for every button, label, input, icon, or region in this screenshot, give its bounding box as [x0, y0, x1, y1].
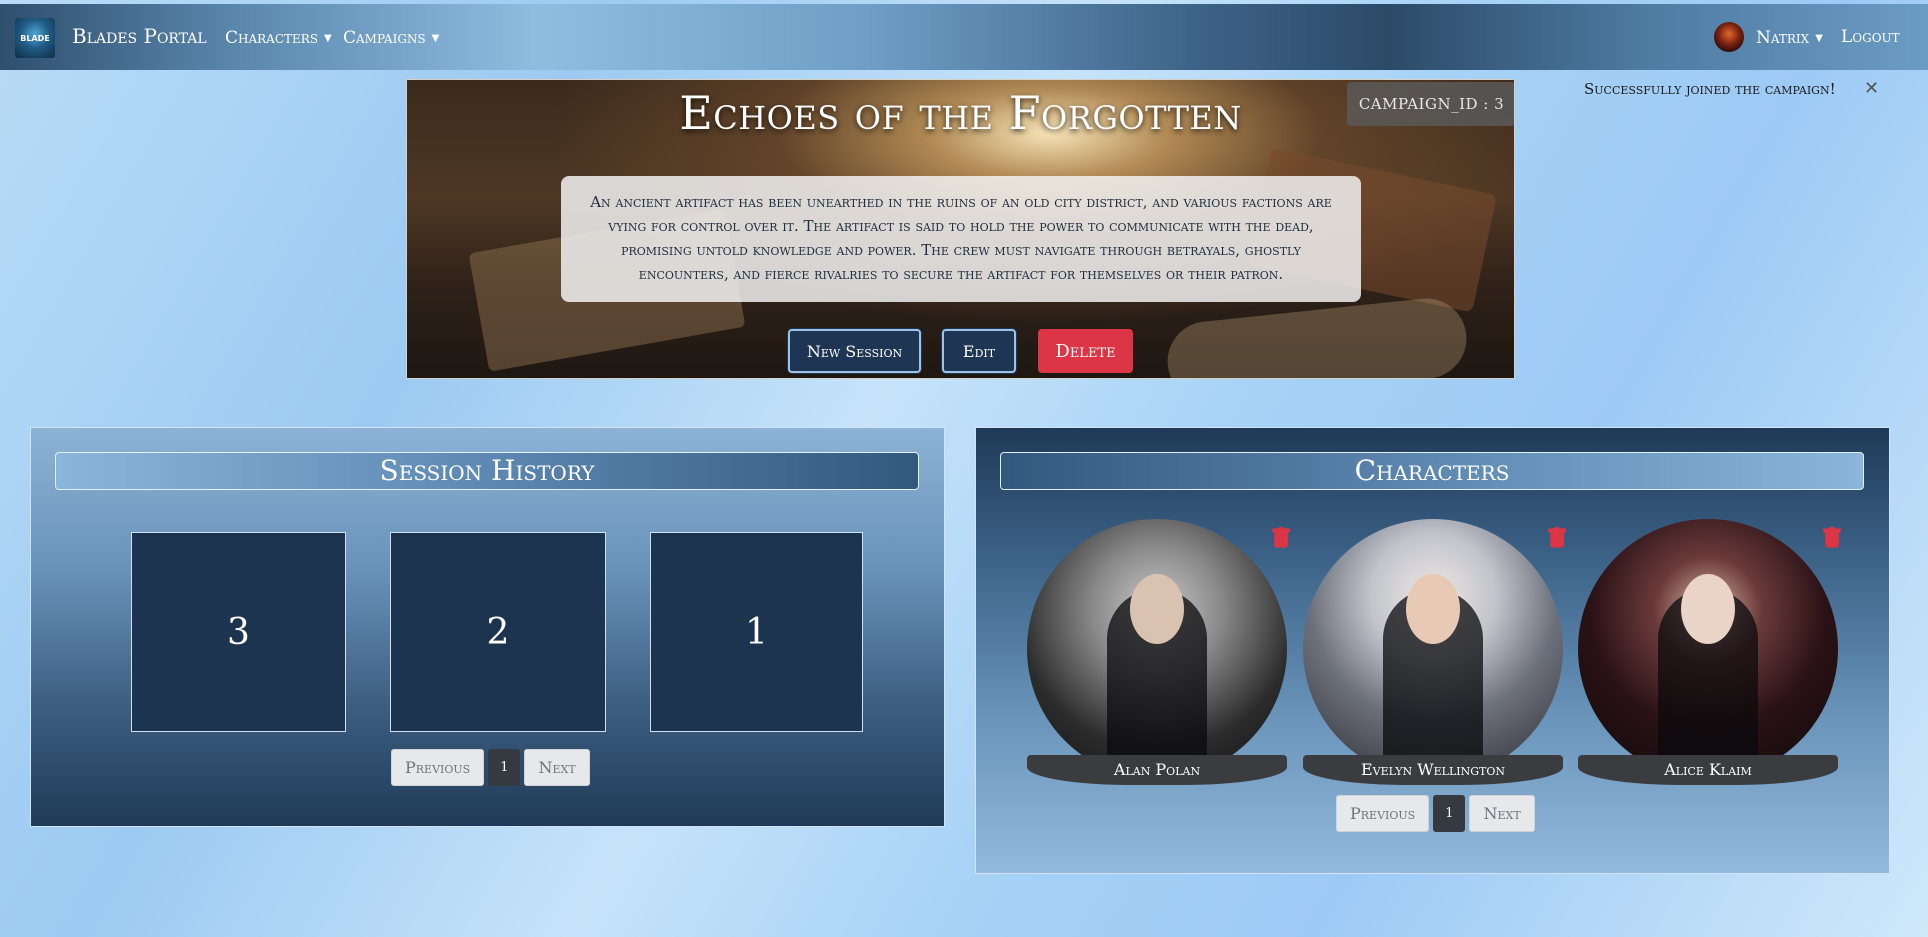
session-pagination: Previous 1 Next [391, 749, 590, 786]
trash-icon[interactable] [1270, 527, 1292, 549]
session-card[interactable]: 2 [390, 532, 606, 732]
close-icon[interactable]: ✕ [1864, 78, 1879, 99]
toast-message: Successfully joined the campaign! [1584, 80, 1836, 98]
character-name: Alice Klaim [1578, 755, 1838, 785]
nav-menu-campaigns-label: Campaigns [343, 28, 426, 48]
session-history-panel: Session History 3 2 1 Previous 1 Next [30, 427, 945, 827]
trash-icon[interactable] [1821, 527, 1843, 549]
pagination-previous-button[interactable]: Previous [1336, 795, 1430, 832]
logout-link[interactable]: Logout [1841, 27, 1900, 47]
character-name: Evelyn Wellington [1303, 755, 1563, 785]
trash-icon[interactable] [1546, 527, 1568, 549]
portrait-face [1406, 574, 1460, 644]
characters-title: Characters [1000, 452, 1864, 490]
character-name: Alan Polan [1027, 755, 1287, 785]
characters-panel: Characters Alan Polan Evelyn Wellington … [975, 427, 1890, 874]
brand-name[interactable]: Blades Portal [72, 24, 207, 48]
user-menu-label: Natrix [1756, 28, 1810, 48]
delete-campaign-button[interactable]: Delete [1038, 329, 1133, 373]
campaign-hero: Echoes of the Forgotten CAMPAIGN_ID : 3 … [406, 79, 1515, 379]
character-portrait[interactable] [1578, 519, 1838, 779]
nav-menu-characters[interactable]: Characters ▼ [225, 28, 332, 48]
session-card[interactable]: 1 [650, 532, 863, 732]
brand-logo[interactable]: BLADE [15, 18, 55, 58]
character-portrait[interactable] [1027, 519, 1287, 779]
new-session-button[interactable]: New Session [788, 329, 921, 373]
campaign-id-badge: CAMPAIGN_ID : 3 [1347, 82, 1514, 126]
top-navbar: BLADE Blades Portal Characters ▼ Campaign… [0, 4, 1928, 70]
nav-menu-campaigns[interactable]: Campaigns ▼ [343, 28, 439, 48]
caret-down-icon: ▼ [324, 33, 332, 44]
character-portrait[interactable] [1303, 519, 1563, 779]
pagination-previous-button[interactable]: Previous [391, 749, 485, 786]
session-number: 3 [227, 611, 250, 653]
pagination-page-button[interactable]: 1 [488, 749, 521, 786]
portrait-face [1130, 574, 1184, 644]
nav-menu-characters-label: Characters [225, 28, 319, 48]
session-card[interactable]: 3 [131, 532, 346, 732]
hero-background-scroll [1163, 294, 1471, 378]
pagination-next-button[interactable]: Next [524, 749, 590, 786]
edit-campaign-button[interactable]: Edit [942, 329, 1016, 373]
pagination-next-button[interactable]: Next [1469, 795, 1535, 832]
portrait-face [1681, 574, 1735, 644]
brand-logo-text: BLADE [20, 33, 50, 43]
pagination-page-button[interactable]: 1 [1433, 795, 1466, 832]
user-avatar[interactable] [1714, 22, 1744, 52]
session-number: 1 [745, 611, 768, 653]
caret-down-icon: ▼ [431, 33, 440, 44]
characters-pagination: Previous 1 Next [1336, 795, 1535, 832]
user-menu[interactable]: Natrix ▼ [1756, 28, 1823, 48]
session-number: 2 [486, 611, 510, 653]
campaign-description: An ancient artifact has been unearthed i… [561, 176, 1361, 302]
session-history-title: Session History [55, 452, 919, 490]
caret-down-icon: ▼ [1815, 33, 1823, 44]
